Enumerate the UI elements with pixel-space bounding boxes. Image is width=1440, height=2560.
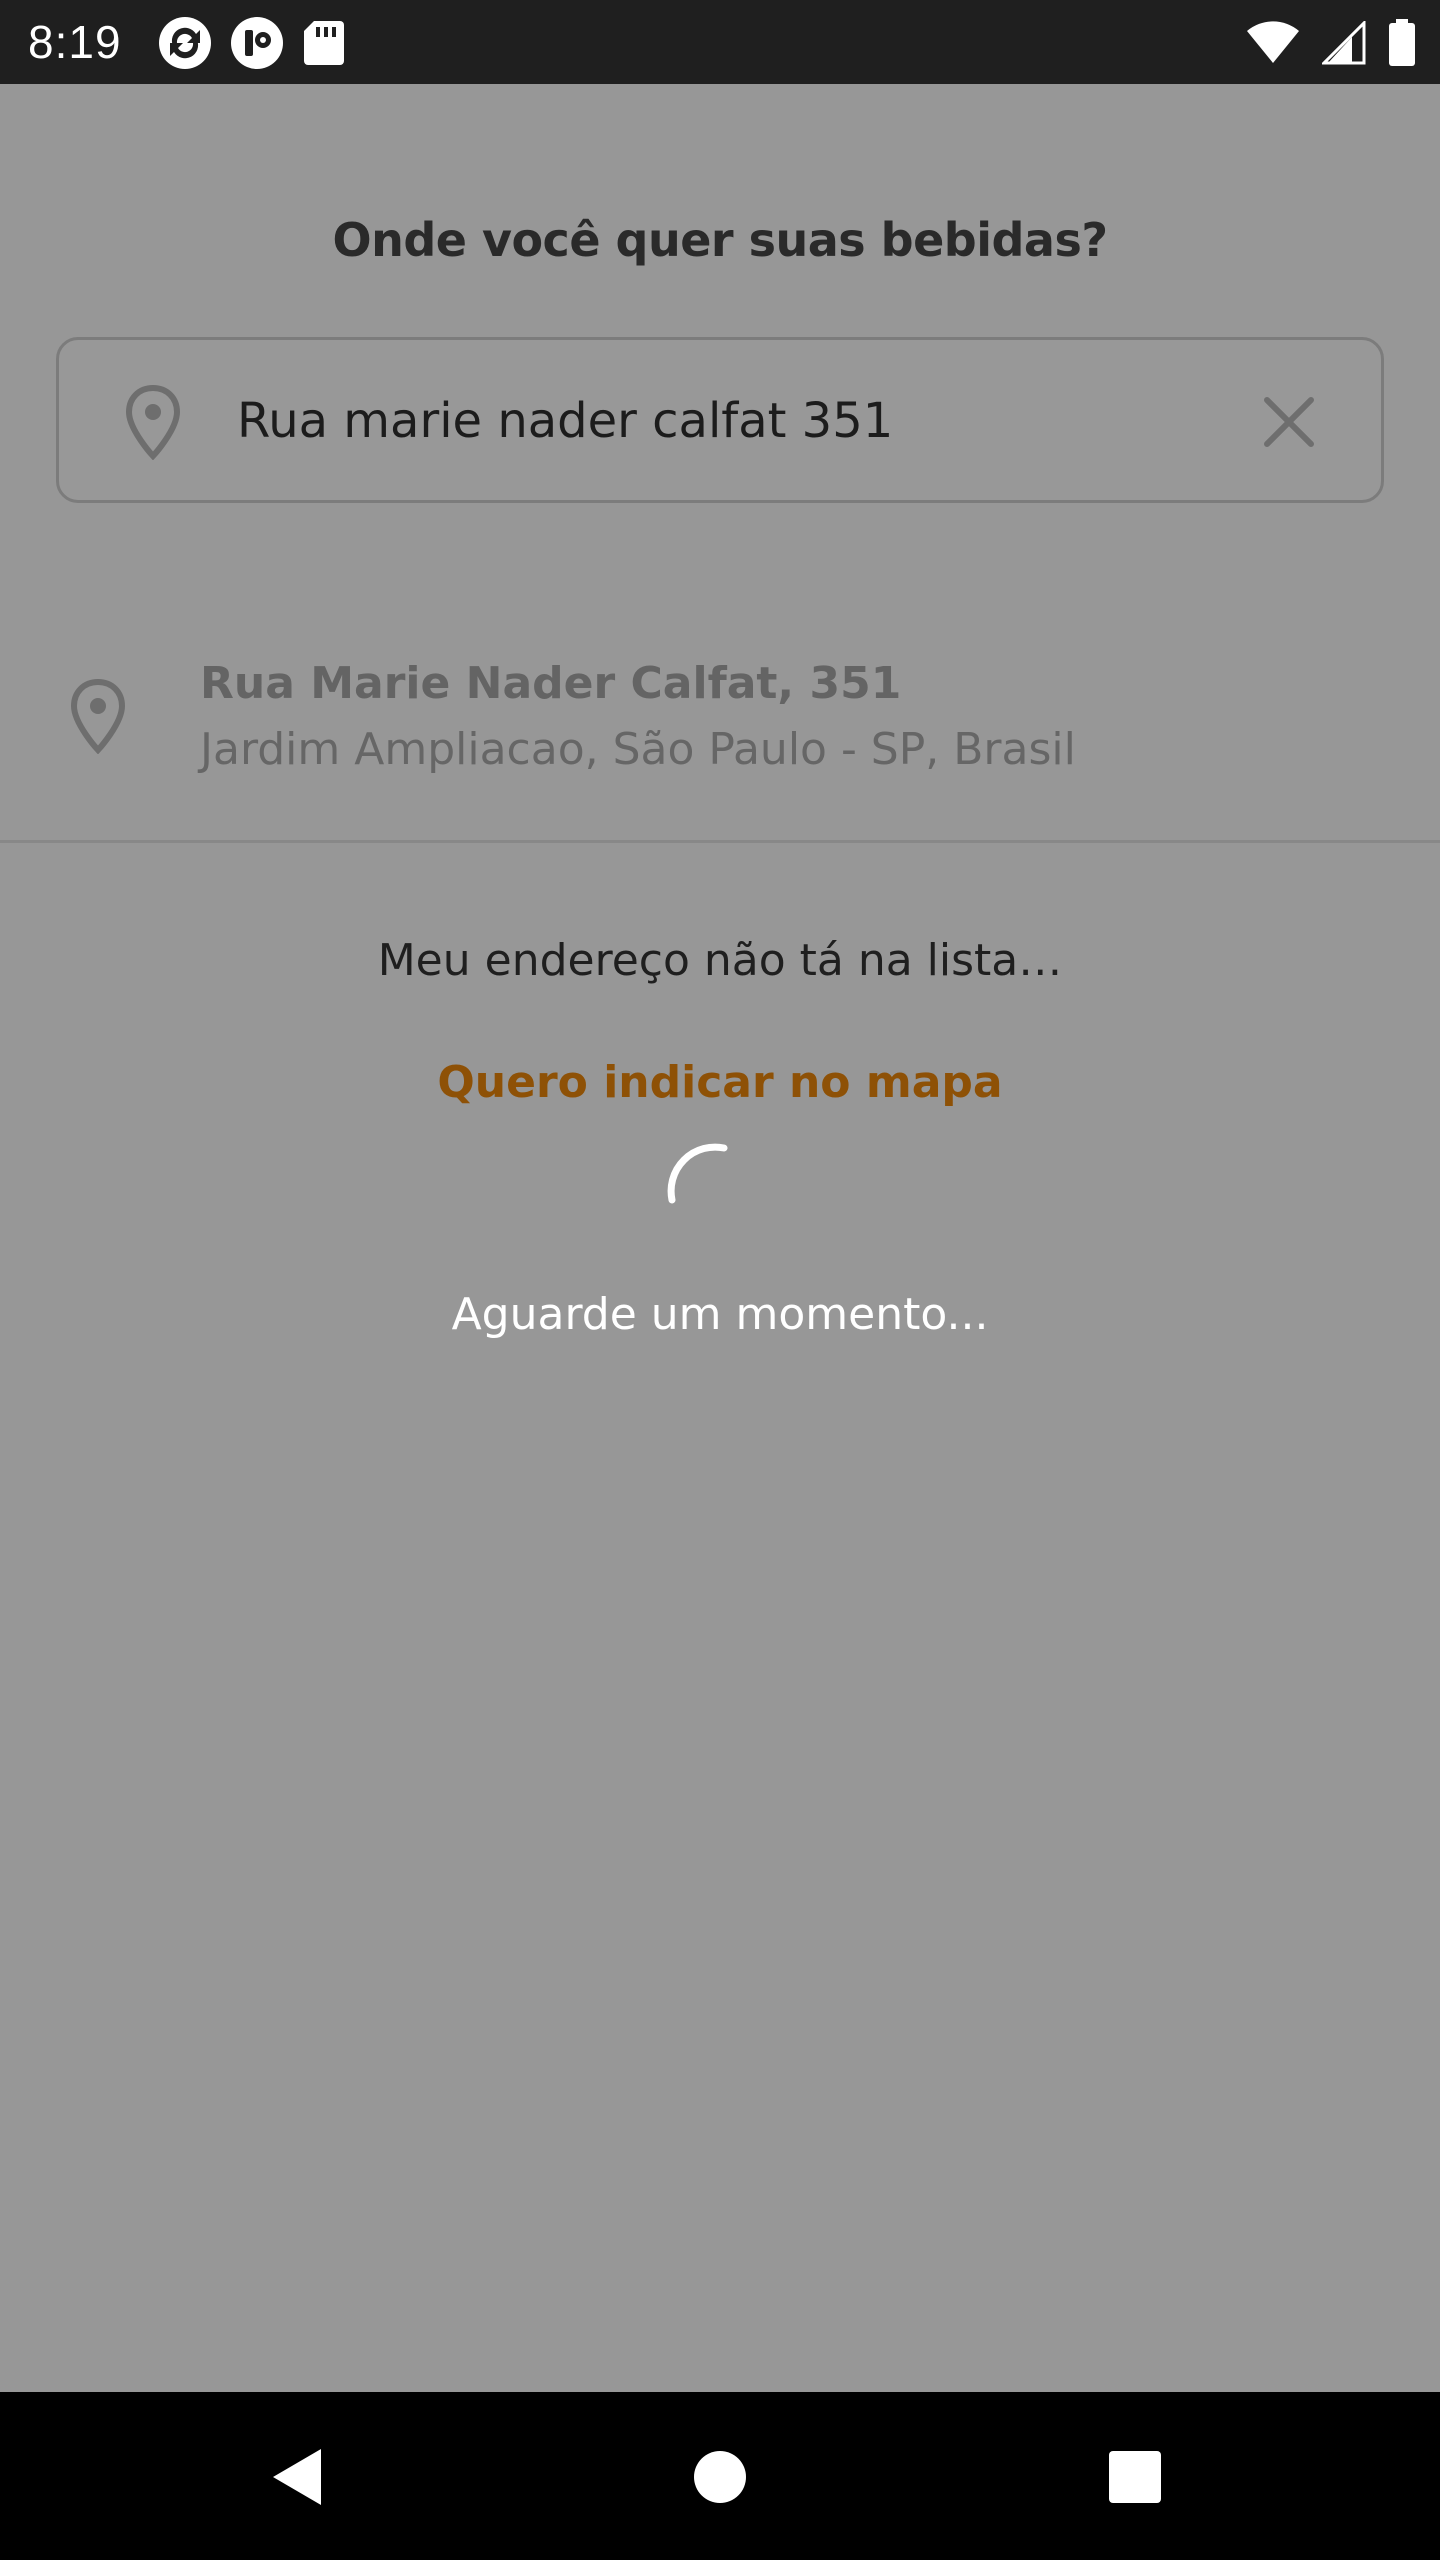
recents-icon[interactable] (1100, 2442, 1170, 2512)
divider (0, 840, 1440, 843)
navigation-bar (0, 2392, 1440, 2560)
app-icon (230, 16, 284, 70)
wifi-icon (1246, 21, 1300, 65)
indicate-on-map-link[interactable]: Quero indicar no mapa (0, 1052, 1440, 1114)
result-subtitle: Jardim Ampliacao, São Paulo - SP, Brasil (200, 724, 1076, 775)
status-time: 8:19 (28, 16, 122, 68)
status-bar: 8:19 (0, 0, 1440, 84)
address-search-input[interactable] (237, 384, 1217, 458)
sd-card-icon (302, 19, 346, 67)
home-icon[interactable] (685, 2442, 755, 2512)
address-result-item[interactable]: Rua Marie Nader Calfat, 351 Jardim Ampli… (0, 630, 1440, 840)
address-not-listed-text: Meu endereço não tá na lista… (377, 935, 1063, 986)
location-pin-icon (68, 678, 128, 759)
loading-spinner-icon (660, 1136, 780, 1261)
notification-icons (158, 16, 346, 70)
system-icons (1246, 16, 1416, 70)
location-pin-icon (123, 384, 183, 465)
address-search-field[interactable] (56, 337, 1384, 503)
battery-icon (1388, 19, 1416, 67)
back-icon[interactable] (262, 2442, 332, 2512)
page-title: Onde você quer suas bebidas? (332, 213, 1108, 267)
signal-icon (1322, 21, 1366, 65)
loading-text: Aguarde um momento... (451, 1289, 989, 1340)
result-title: Rua Marie Nader Calfat, 351 (200, 658, 902, 709)
sync-icon (158, 16, 212, 70)
close-icon[interactable] (1259, 392, 1319, 457)
